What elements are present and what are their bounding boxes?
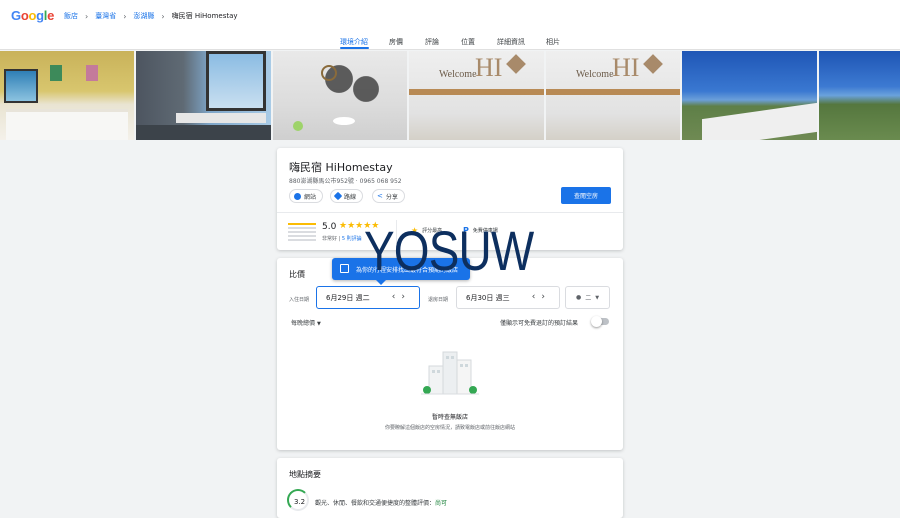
- share-button[interactable]: < 分享: [372, 189, 405, 203]
- directions-label: 路線: [344, 193, 357, 201]
- website-label: 網站: [304, 193, 317, 201]
- chevron-right-icon: ›: [85, 11, 89, 21]
- breadcrumb-hotels[interactable]: 飯店: [64, 11, 78, 21]
- website-button[interactable]: 網站: [289, 189, 324, 203]
- rating-histogram[interactable]: [288, 223, 316, 243]
- photo-landscape[interactable]: [819, 51, 900, 140]
- date-nav-arrows-icon[interactable]: ‹›: [392, 292, 411, 302]
- feature-free-parking: P 免費停車場: [463, 226, 498, 235]
- free-cancel-label: 僅顯示可免費退訂的預訂結果: [500, 320, 579, 327]
- star-icon: ★: [411, 226, 419, 235]
- divider: [277, 212, 623, 213]
- checkin-date-field[interactable]: 6月29日 週二 ‹›: [316, 286, 420, 309]
- active-tab-indicator: [340, 47, 369, 49]
- chevron-right-icon: ›: [161, 11, 165, 21]
- divider-vertical: [396, 220, 397, 244]
- breadcrumb: 飯店 › 臺灣省 › 澎湖縣 › 嗨民宿 HiHomestay: [64, 11, 238, 21]
- star-rating: ★★★★★: [339, 221, 380, 231]
- pricing-card: 比價 入住日期 6月29日 週二 ‹› 退房日期 6月30日 週三 ‹› ● 二…: [277, 258, 623, 450]
- hotel-address: 880澎湖縣馬公市952號 · 0965 068 952: [289, 178, 402, 185]
- photo-bedroom[interactable]: [0, 51, 134, 140]
- date-nav-arrows-icon[interactable]: ‹›: [532, 292, 551, 302]
- globe-icon: [294, 192, 301, 200]
- tab-photos[interactable]: 相片: [546, 37, 560, 47]
- breadcrumb-province[interactable]: 臺灣省: [95, 11, 116, 21]
- rating-word: 非常好: [322, 236, 338, 242]
- parking-icon: P: [463, 226, 469, 235]
- tab-overview[interactable]: 環境介紹: [340, 37, 368, 47]
- tab-bar: 環境介紹 房價 評論 位置 詳細資訊 相片: [0, 33, 900, 50]
- tab-details[interactable]: 詳細資訊: [497, 37, 525, 47]
- chevron-down-icon: ▼: [595, 294, 600, 301]
- photo-welcome-sign-2[interactable]: Welcome HI: [546, 51, 680, 140]
- tooltip-arrow: [376, 280, 386, 285]
- empty-state-subtitle: 你要瞭解這個飯店的空房情況，請致電飯店或前往飯店網站: [384, 425, 515, 431]
- breadcrumb-current: 嗨民宿 HiHomestay: [171, 12, 238, 20]
- checkout-date-field[interactable]: 6月30日 週三 ‹›: [456, 286, 560, 309]
- person-icon: ●: [575, 294, 582, 301]
- breadcrumb-county[interactable]: 澎湖縣: [133, 11, 154, 21]
- guests-value: 二: [585, 295, 592, 302]
- calendar-icon: [340, 264, 349, 273]
- reviews-link[interactable]: 5 則評論: [342, 236, 362, 242]
- empty-state-title: 暫時查無飯店: [431, 414, 468, 421]
- free-cancel-toggle[interactable]: [591, 316, 609, 327]
- rating-score: 5.0: [322, 222, 337, 232]
- photo-sea-view-room[interactable]: [136, 51, 271, 140]
- tab-location[interactable]: 位置: [461, 37, 475, 47]
- photo-rooftop-view[interactable]: [682, 51, 817, 140]
- share-label: 分享: [385, 193, 398, 201]
- price-mode-select[interactable]: 每晚總價 ▼: [291, 318, 321, 327]
- price-mode-value: 每晚總價: [291, 320, 316, 327]
- checkin-value: 6月29日 週二: [326, 293, 370, 302]
- top-bar: Google 飯店 › 臺灣省 › 澎湖縣 › 嗨民宿 HiHomestay: [0, 0, 900, 33]
- hotel-name: 嗨民宿 HiHomestay: [289, 161, 393, 174]
- feature-label: 免費停車場: [472, 228, 498, 234]
- location-title: 地點摘要: [289, 470, 321, 479]
- chevron-right-icon: ›: [123, 11, 127, 21]
- hotel-info-card: 嗨民宿 HiHomestay 880澎湖縣馬公市952號 · 0965 068 …: [277, 148, 623, 250]
- guests-select[interactable]: ● 二 ▼: [565, 286, 610, 309]
- google-logo[interactable]: Google: [11, 8, 54, 23]
- tab-reviews[interactable]: 評論: [425, 37, 439, 47]
- tooltip-text: 為你的行程安排找出最符合預期的飯店: [356, 266, 459, 274]
- rating-summary: 非常好 | 5 則評論: [322, 236, 362, 242]
- checkin-label: 入住日期: [289, 297, 310, 303]
- checkout-label: 退房日期: [428, 297, 449, 303]
- check-availability-button[interactable]: 查閱空房: [561, 187, 611, 204]
- directions-icon: [333, 191, 343, 201]
- location-score: 3.2: [294, 498, 306, 506]
- location-card: 地點摘要 3.2 觀光、休閒、餐飲和交通便捷度的整體評價：尚可: [277, 458, 623, 518]
- photo-lobby[interactable]: [273, 51, 407, 140]
- chevron-down-icon: ▼: [316, 321, 321, 327]
- share-icon: <: [377, 192, 383, 200]
- date-tooltip: 為你的行程安排找出最符合預期的飯店: [332, 258, 470, 285]
- pricing-title: 比價: [289, 270, 305, 279]
- checkout-value: 6月30日 週三: [466, 293, 510, 302]
- tab-prices[interactable]: 房價: [389, 37, 403, 47]
- directions-button[interactable]: 路線: [330, 189, 364, 203]
- photo-gallery: Welcome HI Welcome HI: [0, 51, 900, 140]
- feature-top-rated: ★ 評分最高: [411, 226, 442, 235]
- building-illustration-icon: [421, 351, 479, 395]
- feature-label: 評分最高: [422, 228, 443, 234]
- photo-welcome-sign[interactable]: Welcome HI: [409, 51, 544, 140]
